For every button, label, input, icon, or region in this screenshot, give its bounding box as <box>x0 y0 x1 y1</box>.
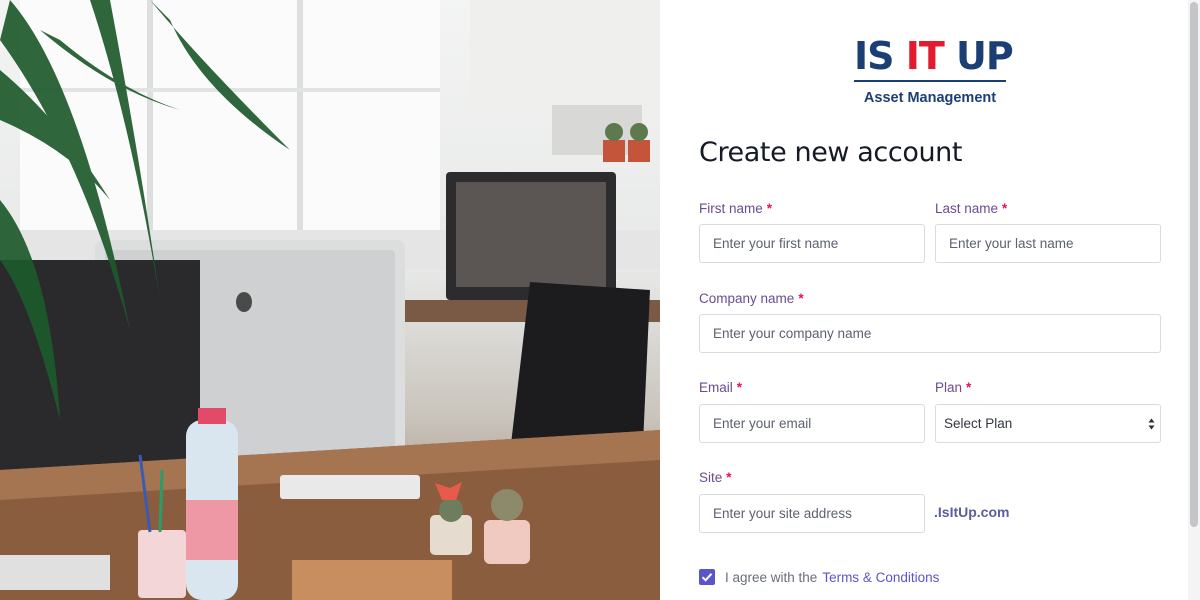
last-name-input[interactable] <box>935 224 1161 263</box>
checkmark-icon <box>701 573 713 582</box>
terms-agreement-label: I agree with the <box>725 570 818 585</box>
company-name-input[interactable] <box>699 314 1161 353</box>
scrollbar-thumb[interactable] <box>1190 2 1198 527</box>
company-name-label: Company name * <box>699 291 804 306</box>
first-name-label: First name * <box>699 201 773 216</box>
brand-logo: IS IT UP Asset Management <box>854 34 1014 112</box>
select-arrows-icon <box>1148 418 1155 430</box>
first-name-input[interactable] <box>699 224 925 263</box>
window <box>20 0 440 240</box>
plan-select[interactable]: Select Plan <box>935 404 1161 443</box>
page-title: Create new account <box>699 137 963 168</box>
site-domain-suffix: .IsItUp.com <box>934 504 1010 520</box>
logo-tagline: Asset Management <box>863 90 997 106</box>
email-label: Email * <box>699 380 743 395</box>
terms-checkbox[interactable] <box>699 569 715 585</box>
logo-wordmark: IS IT UP <box>854 34 1014 78</box>
last-name-label: Last name * <box>935 201 1008 216</box>
office-photo <box>0 0 660 600</box>
site-label: Site * <box>699 470 732 485</box>
plan-selected-value: Select Plan <box>944 416 1013 431</box>
office-illustration <box>0 0 660 600</box>
pencil-cup <box>138 530 186 598</box>
terms-link[interactable]: Terms & Conditions <box>822 570 939 585</box>
plan-label: Plan * <box>935 380 972 395</box>
site-input[interactable] <box>699 494 925 533</box>
logo-underline <box>854 80 1006 82</box>
email-input[interactable] <box>699 404 925 443</box>
terms-agreement: I agree with the Terms & Conditions <box>725 570 939 585</box>
